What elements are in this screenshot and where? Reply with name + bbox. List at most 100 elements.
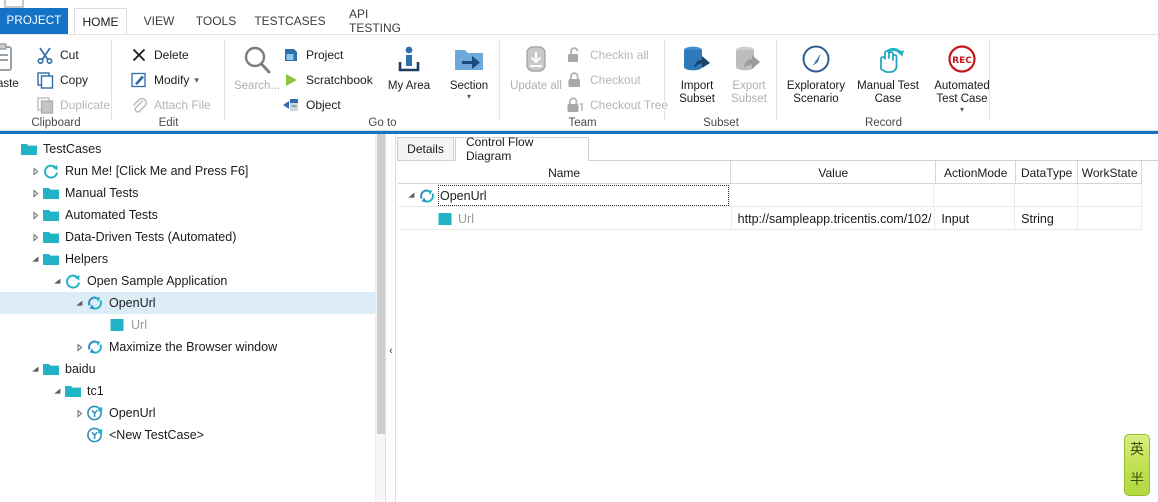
grid-cell-value[interactable]: http://sampleapp.tricentis.com/102/ [732,207,936,230]
tree-node[interactable]: Open Sample Application [0,270,376,292]
grid-cell-name[interactable]: Url [398,207,732,230]
manual-test-case-button[interactable]: Manual Test Case [854,43,922,106]
column-header-value[interactable]: Value [731,161,937,184]
ime-mode-glyph[interactable]: 英 [1130,442,1144,458]
ime-width-glyph[interactable]: 半 [1130,472,1144,488]
splitter-edge [395,134,396,502]
modify-button[interactable]: Modify ▾ [130,68,199,92]
goto-project-button[interactable]: Project [282,43,343,67]
duplicate-button: Duplicate [36,93,110,117]
tab-details[interactable]: Details [397,137,454,161]
tree-node[interactable]: Data-Driven Tests (Automated) [0,226,376,248]
paste-button[interactable]: Paste [0,41,36,91]
update-all-button: Update all [504,43,568,93]
ribbon-tab-tools[interactable]: TOOLS [189,8,243,34]
tree-node-label: Manual Tests [65,186,139,200]
lock-icon [566,71,584,89]
ribbon-tab-testcases[interactable]: TESTCASES [249,8,331,34]
expander-collapsed-icon[interactable] [28,226,42,248]
expander-expanded-icon[interactable] [28,248,42,270]
grid-cell-name[interactable]: OpenUrl [398,184,730,207]
tree-node[interactable]: OpenUrl [0,402,376,424]
column-header-datatype[interactable]: DataType [1016,161,1079,184]
refresh-icon [64,272,82,290]
grid-cell-action-mode[interactable] [934,184,1015,207]
grid-cell-data-type[interactable]: String [1015,207,1078,230]
svg-text:REC: REC [952,56,972,66]
section-button[interactable]: Section ▾ [437,43,501,101]
tree-node[interactable]: baidu [0,358,376,380]
ribbon-tab-view[interactable]: VIEW [135,8,183,34]
grid-row[interactable]: Url http://sampleapp.tricentis.com/102/In… [398,207,1142,230]
search-button[interactable]: Search... [225,43,289,93]
tab-control-flow-diagram[interactable]: Control Flow Diagram [455,135,589,163]
tricentis-tosca-window: PROJECT HOME VIEW TOOLS TESTCASES API TE… [0,0,1158,502]
expander-collapsed-icon[interactable] [28,182,42,204]
checkout-tree-label: Checkout Tree [590,98,669,112]
tree-node[interactable]: Helpers [0,248,376,270]
tree-node-label: Open Sample Application [87,274,228,288]
ribbon-group-subset: Import Subset Export Subset Subset [665,35,777,131]
chevron-down-icon[interactable]: ▾ [467,93,471,101]
expander-collapsed-icon[interactable] [28,160,42,182]
attach-file-label: Attach File [154,98,211,112]
ribbon-tab-api-testing[interactable]: API TESTING [337,7,427,35]
group-label-clipboard: Clipboard [31,117,81,129]
cut-button[interactable]: Cut [36,43,79,67]
delete-button[interactable]: Delete [130,43,189,67]
expander-expanded-icon[interactable] [50,270,64,292]
import-subset-icon [680,43,714,77]
expander-expanded-icon[interactable] [50,380,64,402]
exploratory-scenario-button[interactable]: Exploratory Scenario [780,43,852,106]
chevron-down-icon[interactable]: ▾ [960,106,964,114]
tree-node[interactable]: Maximize the Browser window [0,336,376,358]
expander-expanded-icon[interactable] [404,191,418,200]
column-header-actionmode[interactable]: ActionMode [936,161,1017,184]
tree-node[interactable]: Url [0,314,376,336]
hand-refresh-icon [871,43,905,77]
tree-node[interactable]: OpenUrl [0,292,376,314]
tree-scrollbar[interactable] [375,134,385,502]
copy-button[interactable]: Copy [36,68,88,92]
tree-node[interactable]: Automated Tests [0,204,376,226]
paste-label: Paste [0,78,19,90]
folder-icon [42,206,60,224]
lock-tree-icon [566,96,584,114]
panel-splitter[interactable]: ‹ [386,134,396,502]
expander-collapsed-icon[interactable] [72,402,86,424]
my-area-label: My Area [387,80,431,92]
folder-icon [42,250,60,268]
project-menu-button[interactable]: PROJECT [0,8,68,34]
expander-expanded-icon[interactable] [28,358,42,380]
tree-node[interactable]: Manual Tests [0,182,376,204]
window-icon [4,0,24,8]
column-header-name[interactable]: Name [398,161,732,184]
grid-cell-work-state[interactable] [1078,184,1142,207]
grid-cell-data-type[interactable] [1015,184,1078,207]
grid-cell-work-state[interactable] [1078,207,1142,230]
goto-object-button[interactable]: Object [282,93,341,117]
expander-collapsed-icon[interactable] [28,204,42,226]
my-area-button[interactable]: My Area [377,43,441,93]
tree-node[interactable]: Run Me! [Click Me and Press F6] [0,160,376,182]
ime-language-bar[interactable]: 英 半 [1124,434,1150,496]
tree-node[interactable]: tc1 [0,380,376,402]
expander-expanded-icon[interactable] [72,292,86,314]
expander-collapsed-icon[interactable] [72,336,86,358]
tree-node-label: Data-Driven Tests (Automated) [65,230,237,244]
tree-node[interactable]: <New TestCase> [0,424,376,446]
goto-scratchbook-button[interactable]: Scratchbook [282,68,373,92]
group-separator [989,39,990,121]
tree-node[interactable]: TestCases [0,138,376,160]
duplicate-label: Duplicate [60,98,111,112]
column-header-workstate[interactable]: WorkState [1078,161,1143,184]
tree-node-label: tc1 [87,384,104,398]
tree-node-label: Url [131,318,147,332]
grid-row[interactable]: OpenUrl [398,184,1142,207]
grid-cell-value[interactable] [730,184,935,207]
tree-scrollbar-thumb[interactable] [377,134,385,434]
ribbon-tab-home[interactable]: HOME [74,8,127,35]
grid-cell-action-mode[interactable]: Input [935,207,1016,230]
chevron-down-icon[interactable]: ▾ [194,75,199,86]
